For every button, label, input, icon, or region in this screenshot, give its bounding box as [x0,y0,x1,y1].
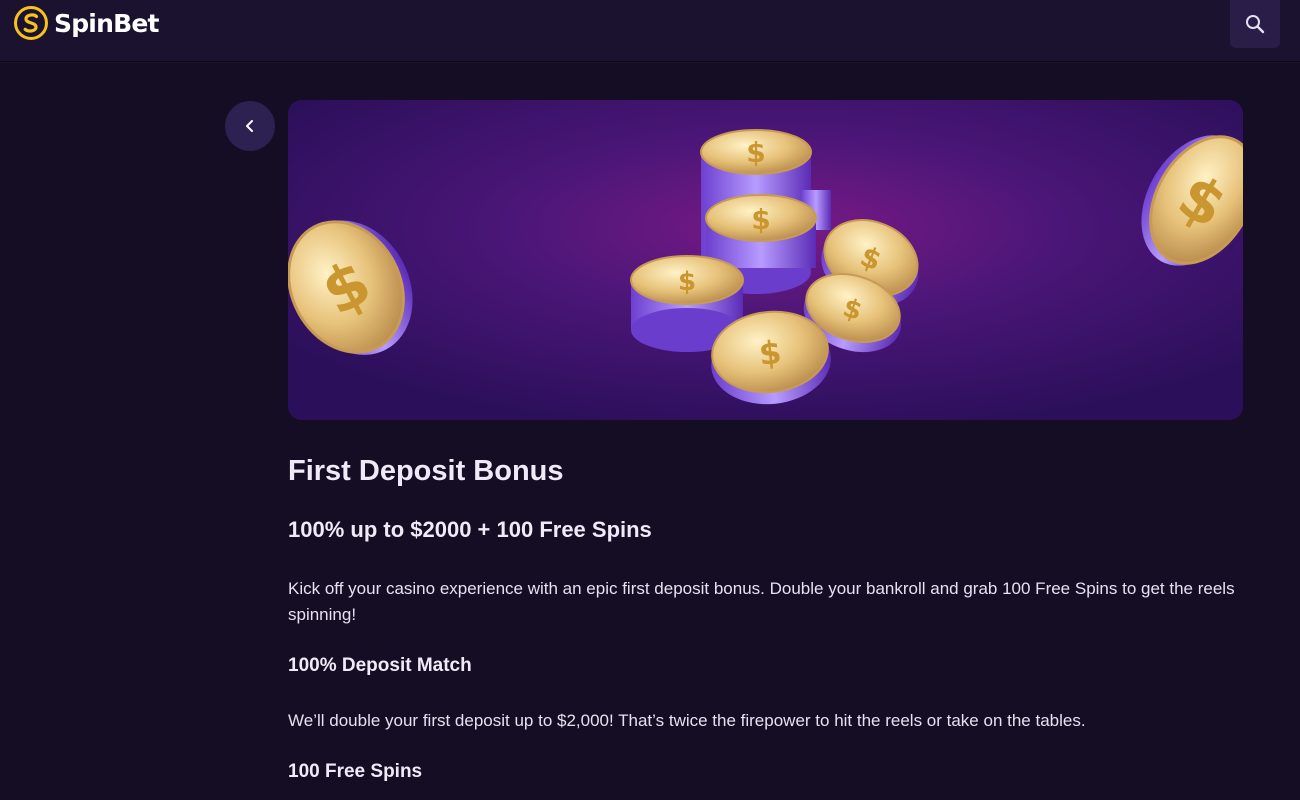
top-navigation-bar: SpinBet [0,0,1300,62]
search-button[interactable] [1230,0,1280,48]
coins-illustration: $ $ $ $ $ $ $ $ [288,100,1243,420]
svg-text:$: $ [757,333,783,373]
section-body-deposit-match: We’ll double your first deposit up to $2… [288,711,1086,730]
search-icon [1246,15,1265,34]
brand-name: SpinBet [54,8,159,38]
section-heading-free-spins: 100 Free Spins [288,761,423,782]
svg-text:$: $ [678,267,696,297]
spinbet-coin-logo-icon [14,6,48,40]
brand-logo[interactable]: SpinBet [14,5,159,41]
back-button[interactable] [225,101,275,151]
section-heading-deposit-match: 100% Deposit Match [288,655,472,676]
promo-intro: Kick off your casino experience with an … [288,579,1235,624]
page-title: First Deposit Bonus [288,455,564,487]
svg-text:$: $ [751,203,770,236]
svg-text:$: $ [746,136,765,169]
promo-banner-image: $ $ $ $ $ $ $ $ [288,100,1243,420]
promo-headline: 100% up to $2000 + 100 Free Spins [288,517,652,542]
chevron-left-icon [246,120,253,132]
